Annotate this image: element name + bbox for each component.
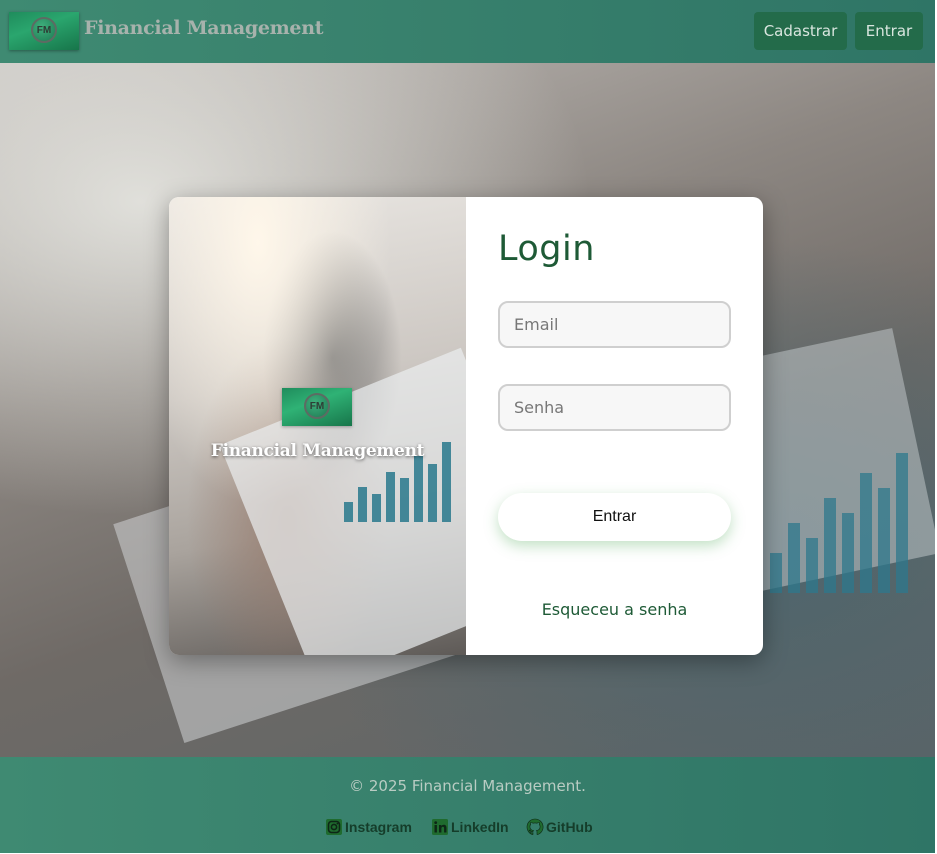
forgot-password-link[interactable]: Esqueceu a senha — [498, 600, 731, 619]
login-title: Login — [498, 229, 595, 269]
login-submit-button[interactable]: Entrar — [498, 493, 731, 541]
copyright-text: © 2025 Financial Management. — [349, 777, 586, 795]
header-logo[interactable]: FM — [9, 12, 79, 50]
header-brand-name[interactable]: Financial Management — [84, 17, 324, 39]
linkedin-label: LinkedIn — [451, 819, 509, 835]
password-input[interactable] — [498, 384, 731, 431]
linkedin-link[interactable]: LinkedIn — [431, 818, 509, 836]
email-input[interactable] — [498, 301, 731, 348]
background-bar-graphic — [770, 443, 930, 593]
login-form: Login Entrar Esqueceu a senha — [466, 197, 763, 655]
top-navbar: FM Financial Management Cadastrar Entrar — [0, 0, 935, 63]
footer: © 2025 Financial Management. Instagram L… — [0, 757, 935, 853]
instagram-icon — [326, 819, 342, 835]
github-icon — [526, 818, 544, 835]
login-nav-button[interactable]: Entrar — [855, 12, 923, 50]
instagram-link[interactable]: Instagram — [325, 818, 412, 836]
logo-emblem: FM — [31, 17, 57, 43]
card-photo: FM Financial Management — [169, 197, 466, 655]
linkedin-icon — [432, 819, 448, 835]
instagram-label: Instagram — [345, 819, 412, 835]
register-button[interactable]: Cadastrar — [754, 12, 847, 50]
card-logo: FM — [282, 388, 352, 426]
github-link[interactable]: GitHub — [526, 818, 593, 836]
card-brand-name: Financial Management — [210, 441, 425, 461]
logo-emblem: FM — [304, 393, 330, 419]
github-label: GitHub — [546, 819, 593, 835]
login-card: FM Financial Management Login Entrar Esq… — [169, 197, 763, 655]
